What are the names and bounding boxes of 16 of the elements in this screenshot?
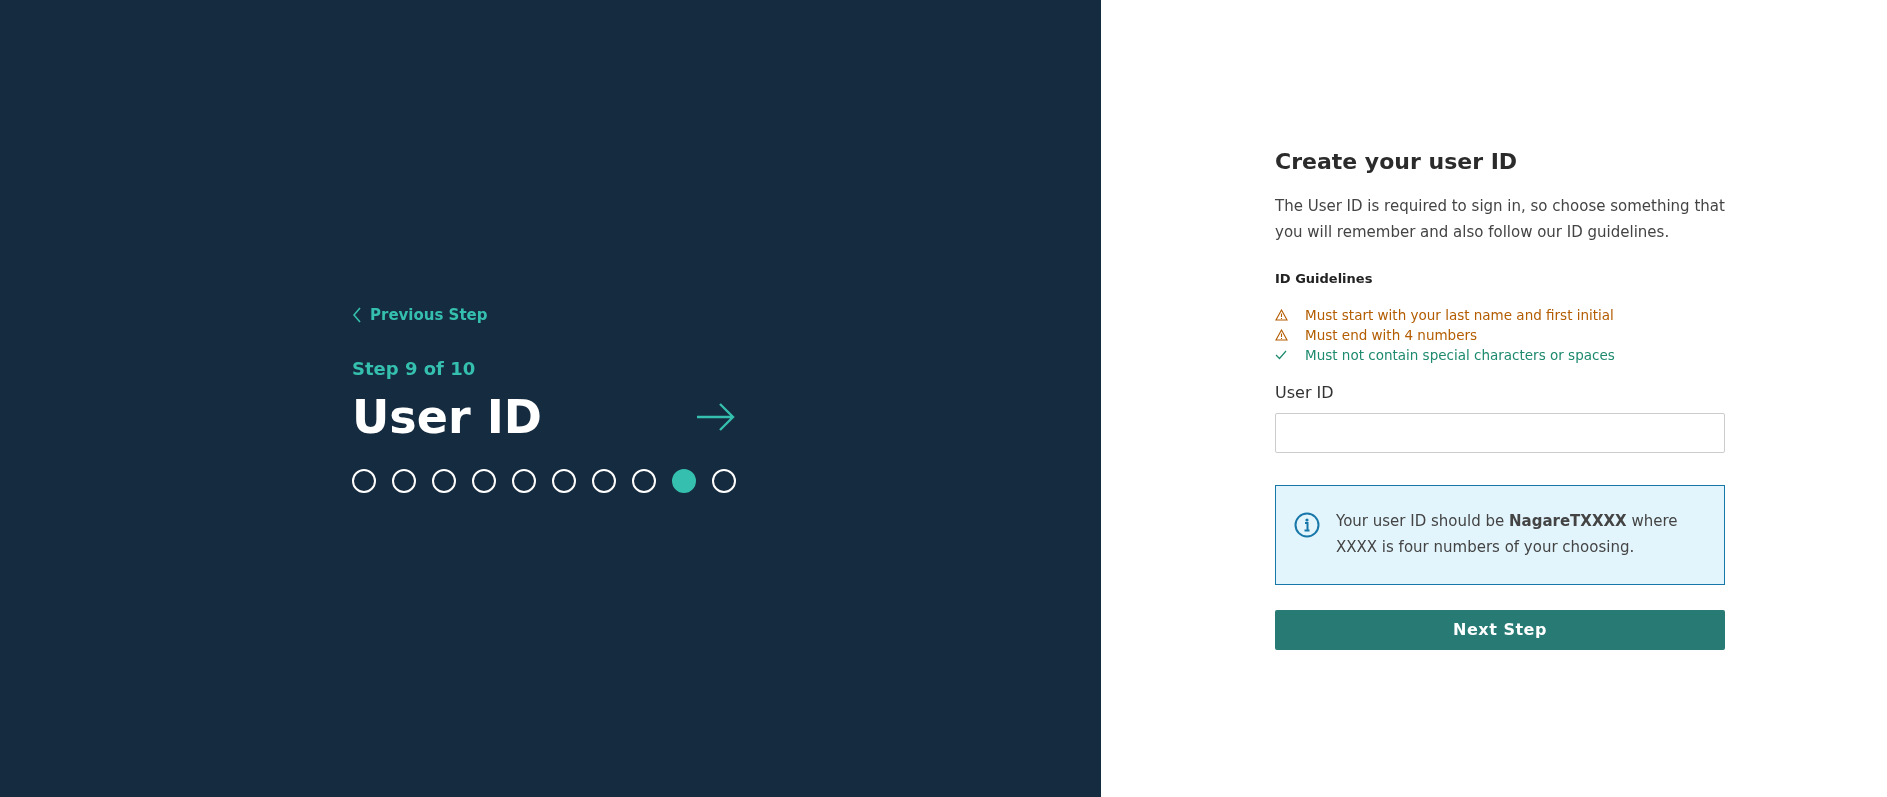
previous-step-link[interactable]: Previous Step (352, 304, 488, 327)
step-counter: Step 9 of 10 (352, 356, 477, 381)
description-text: The User ID is required to sign in, so choose something that you will remember and also follow our ID guidelines. (1275, 196, 1725, 243)
guideline-text: Must not contain special characters or spaces (1305, 345, 1615, 365)
chevron-left-icon (352, 307, 362, 324)
user-id-input[interactable] (1275, 412, 1725, 453)
guidelines-title: ID Guidelines (1275, 270, 1374, 288)
info-text: Your user ID should be NagareTXXXX where XXXX is four numbers of your choosing. (1336, 510, 1679, 558)
info-icon (1294, 511, 1320, 538)
guideline-text: Must start with your last name and first initial (1305, 305, 1614, 325)
field-label: User ID (1275, 381, 1335, 404)
form-heading: Create your user ID (1275, 148, 1519, 176)
page-title: User ID (352, 389, 542, 445)
next-step-button[interactable]: Next Step (1275, 610, 1725, 650)
arrow-right-icon (696, 402, 736, 433)
guideline-text: Must end with 4 numbers (1305, 325, 1478, 345)
